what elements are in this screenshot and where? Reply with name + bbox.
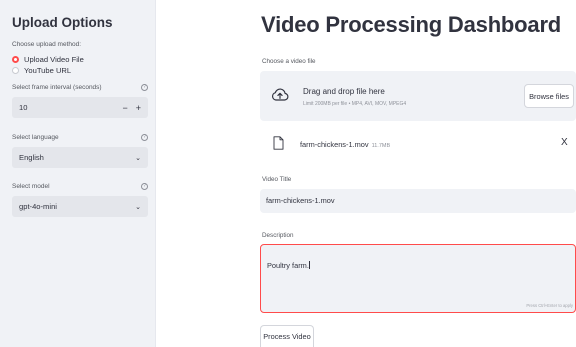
interval-label-row: Select frame interval (seconds) ? [12,82,148,92]
uploaded-file-name: farm-chickens-1.mov [300,140,369,149]
radio-label: YouTube URL [24,66,72,75]
remove-file-button[interactable]: X [561,137,568,148]
page-title: Video Processing Dashboard [261,12,562,37]
sidebar: Upload Options Choose upload method: Upl… [0,0,156,347]
model-label: Select model [12,182,50,190]
radio-unselected-icon[interactable] [12,67,19,74]
chevron-down-icon[interactable]: ⌄ [135,154,141,162]
model-label-row: Select model ? [12,181,148,191]
interval-value[interactable]: 10 [19,103,122,112]
main-content: Video Processing Dashboard Choose a vide… [250,0,576,347]
increment-button[interactable]: + [136,103,141,113]
quantity-stepper: − + [122,103,141,113]
video-title-label: Video Title [262,176,292,183]
decrement-button[interactable]: − [122,103,127,113]
process-video-button[interactable]: Process Video [260,325,314,347]
submit-hint: Press Ctrl+Enter to apply [526,303,573,308]
sidebar-title: Upload Options [12,15,113,30]
help-icon[interactable]: ? [141,182,148,190]
browse-files-button[interactable]: Browse files [524,84,574,108]
uploaded-file-row: farm-chickens-1.mov 11.7MB X [260,132,576,156]
radio-selected-icon[interactable] [12,56,19,63]
help-icon[interactable]: ? [141,83,148,91]
radio-label: Upload Video File [24,55,84,64]
file-icon [273,136,284,150]
dropzone-text: Drag and drop file here [303,87,385,96]
uploaded-file-size: 11.7MB [371,143,391,149]
radio-youtube-url[interactable]: YouTube URL [12,65,148,76]
cloud-upload-icon [272,88,289,101]
description-text: Poultry farm. [267,261,309,270]
file-uploader-label: Choose a video file [262,58,316,65]
app-window: Upload Options Choose upload method: Upl… [0,0,576,347]
interval-label: Select frame interval (seconds) [12,83,102,91]
language-select[interactable]: English ⌄ [12,147,148,168]
language-label-row: Select language ? [12,132,148,142]
radio-upload-video-file[interactable]: Upload Video File [12,54,148,65]
uploaded-file-info: farm-chickens-1.mov 11.7MB [300,140,390,149]
upload-method-label: Choose upload method: [12,41,82,48]
text-caret [309,261,311,269]
language-label: Select language [12,133,59,141]
interval-number-input[interactable]: 10 − + [12,97,148,118]
model-value: gpt-4o-mini [19,202,57,211]
description-textarea[interactable]: Poultry farm. Press Ctrl+Enter to apply [260,244,576,313]
dropzone-limits: Limit 200MB per file • MP4, AVI, MOV, MP… [303,101,407,107]
model-select[interactable]: gpt-4o-mini ⌄ [12,196,148,217]
language-value: English [19,153,44,162]
file-dropzone[interactable]: Drag and drop file here Limit 200MB per … [260,71,576,121]
chevron-down-icon[interactable]: ⌄ [135,203,141,211]
description-label: Description [262,232,294,239]
video-title-input[interactable]: farm-chickens-1.mov [260,189,576,213]
help-icon[interactable]: ? [141,133,148,141]
